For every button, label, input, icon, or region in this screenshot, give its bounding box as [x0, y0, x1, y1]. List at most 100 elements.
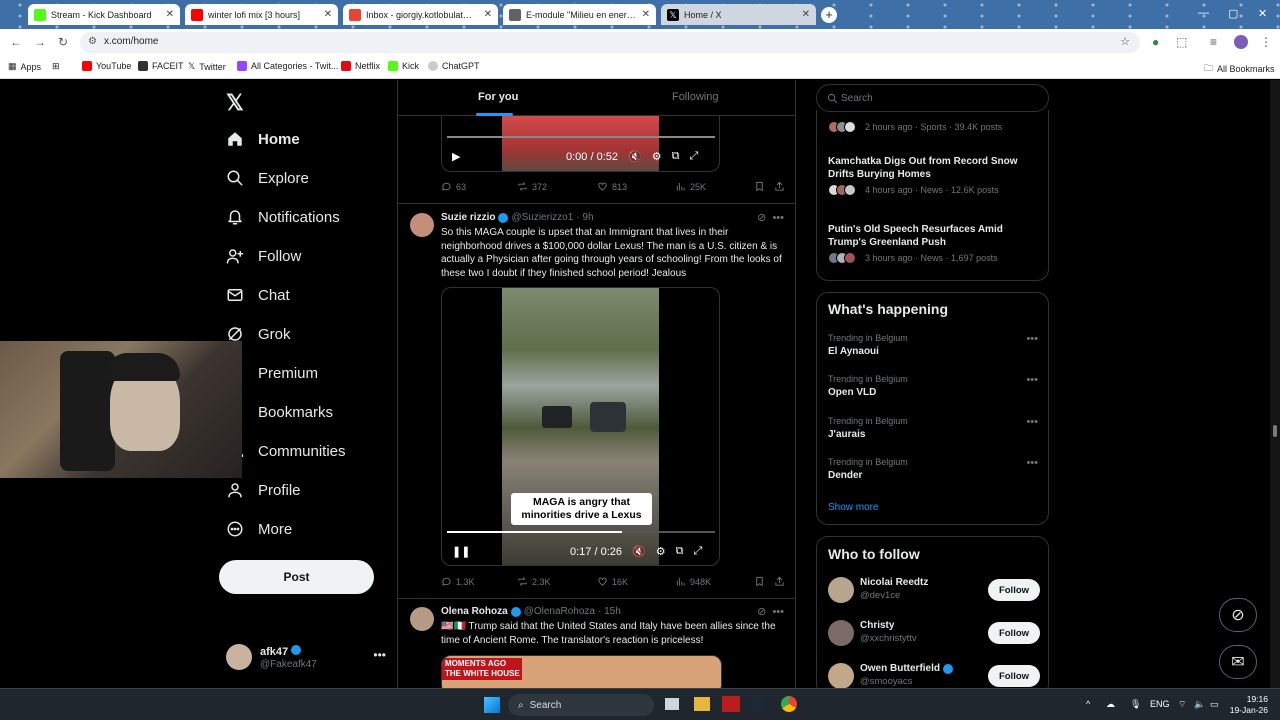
browser-tab-emodule[interactable]: E-module "Milieu en energie in ✕	[503, 4, 656, 25]
chrome-icon[interactable]	[781, 696, 797, 712]
reload-icon[interactable]: ↻	[58, 35, 68, 49]
reply-button[interactable]: 63	[441, 181, 466, 192]
new-tab-button[interactable]: +	[821, 7, 837, 23]
bookmark-netflix[interactable]: Netflix	[341, 61, 380, 71]
share-button[interactable]	[774, 576, 785, 587]
news-item[interactable]: Kamchatka Digs Out from Record Snow Drif…	[828, 155, 1038, 196]
more-dots-icon[interactable]: •••	[1026, 374, 1038, 386]
fullscreen-icon[interactable]: ⤢	[689, 150, 698, 163]
steam-icon[interactable]	[750, 696, 766, 712]
microphone-icon[interactable]: 🎙	[1130, 699, 1141, 710]
browser-tab-gmail[interactable]: Inbox - giorgiy.kotlobulat@vdab ✕	[343, 4, 498, 25]
profile-avatar-icon[interactable]	[1234, 35, 1248, 49]
author-handle[interactable]: @Suzierizzo1	[511, 212, 573, 223]
more-dots-icon[interactable]: •••	[1026, 457, 1038, 469]
bookmark-youtube[interactable]: YouTube	[82, 61, 131, 71]
trend-item[interactable]: Trending in Belgium El Aynaoui •••	[828, 333, 1038, 357]
app-icon[interactable]	[722, 696, 740, 712]
video-player[interactable]: ▶ 0:00 / 0:52 🔇 ⚙ ⧉ ⤢	[441, 116, 720, 172]
settings-gear-icon[interactable]: ⚙	[656, 545, 666, 558]
grok-icon[interactable]: ⊘	[757, 606, 766, 618]
views-button[interactable]: 948K	[675, 576, 711, 587]
nav-more[interactable]: More	[226, 520, 292, 538]
file-explorer-icon[interactable]	[694, 697, 710, 711]
nav-profile[interactable]: Profile	[226, 481, 301, 499]
more-dots-icon[interactable]: •••	[772, 212, 784, 224]
show-more-link[interactable]: Show more	[828, 502, 879, 513]
media-icon[interactable]: ≡	[1210, 35, 1217, 49]
task-view-icon[interactable]	[665, 698, 679, 710]
repost-button[interactable]: 2.3K	[517, 576, 551, 587]
search-input[interactable]: Search	[816, 84, 1049, 112]
site-info-icon[interactable]: ⚙	[88, 36, 97, 47]
nav-bookmarks[interactable]: Bookmarks	[226, 403, 333, 421]
grok-icon[interactable]: ⊘	[757, 212, 766, 224]
browser-tab-kick[interactable]: Stream - Kick Dashboard ✕	[28, 4, 180, 25]
volume-icon[interactable]: 🔈	[1194, 699, 1205, 710]
minimize-icon[interactable]: —	[1198, 7, 1209, 19]
bookmark-star-icon[interactable]: ☆	[1120, 35, 1130, 48]
tab-for-you[interactable]: For you	[478, 91, 518, 103]
windows-start-icon[interactable]	[484, 697, 500, 713]
more-dots-icon[interactable]: •••	[772, 606, 784, 618]
pip-icon[interactable]: ⧉	[676, 545, 684, 558]
more-dots-icon[interactable]: •••	[1026, 416, 1038, 428]
trend-item[interactable]: Trending in Belgium Open VLD •••	[828, 374, 1038, 398]
account-switcher[interactable]: afk47 @Fakeafk47 •••	[226, 640, 396, 680]
tray-chevron-icon[interactable]: ^	[1086, 699, 1090, 709]
address-bar[interactable]: ⚙ x.com/home ☆	[80, 32, 1140, 53]
trend-item[interactable]: Trending in Belgium Dender •••	[828, 457, 1038, 481]
follow-suggestion[interactable]: Christy @xxchristyttv Follow	[828, 616, 1040, 650]
close-tab-icon[interactable]: ✕	[802, 9, 810, 20]
maximize-icon[interactable]: ▢	[1228, 7, 1238, 20]
author-name[interactable]: Olena Rohoza	[441, 606, 508, 617]
volume-muted-icon[interactable]: 🔇	[628, 150, 642, 163]
browser-tab-youtube[interactable]: winter lofi mix [3 hours] ✕	[185, 4, 338, 25]
system-clock[interactable]: 19:16 19-Jan-26	[1230, 694, 1268, 716]
close-tab-icon[interactable]: ✕	[642, 9, 650, 20]
close-tab-icon[interactable]: ✕	[166, 9, 174, 20]
avatar[interactable]	[410, 213, 434, 237]
forward-icon[interactable]: →	[34, 35, 46, 49]
bookmark-chatgpt[interactable]: ChatGPT	[428, 61, 480, 71]
like-button[interactable]: 16K	[597, 576, 628, 587]
close-window-icon[interactable]: ✕	[1258, 7, 1267, 20]
grok-fab-button[interactable]: ⊘	[1219, 598, 1257, 632]
settings-gear-icon[interactable]: ⚙	[652, 150, 662, 163]
author-handle[interactable]: @OlenaRohoza	[524, 606, 595, 617]
tweet[interactable]: Olena Rohoza @OlenaRohoza · 15h ⊘ ••• 🇺🇸…	[398, 598, 795, 688]
nav-follow[interactable]: Follow	[226, 247, 301, 265]
tweet[interactable]: Suzie rizzio @Suzierizzo1 · 9h ⊘ ••• So …	[398, 203, 795, 598]
taskbar-search[interactable]: ⌕ Search	[508, 694, 654, 716]
pause-icon[interactable]: ❚❚	[452, 545, 470, 558]
video-progress-bar[interactable]	[447, 531, 715, 533]
extensions-puzzle-icon[interactable]: ⬚	[1176, 35, 1187, 49]
bookmark-button[interactable]	[754, 576, 765, 587]
more-dots-icon[interactable]: •••	[1026, 333, 1038, 345]
share-button[interactable]	[774, 181, 785, 192]
back-icon[interactable]: ←	[10, 35, 22, 49]
extension-icon[interactable]: ●	[1152, 35, 1159, 49]
like-button[interactable]: 813	[597, 181, 627, 192]
x-logo-icon[interactable]: 𝕏	[226, 90, 244, 116]
avatar[interactable]	[410, 607, 434, 631]
reply-button[interactable]: 1.3K	[441, 576, 475, 587]
pip-icon[interactable]: ⧉	[672, 150, 680, 163]
bookmark-kick[interactable]: Kick	[388, 61, 419, 71]
bookmark-twitch[interactable]: All Categories - Twit...	[237, 61, 338, 71]
follow-suggestion[interactable]: Nicolai Reedtz @dev1ce Follow	[828, 573, 1040, 607]
page-scrollbar[interactable]	[1270, 80, 1280, 688]
nav-communities[interactable]: Communities	[226, 442, 346, 460]
follow-button[interactable]: Follow	[988, 622, 1040, 644]
media-preview[interactable]: MOMENTS AGO THE WHITE HOUSE	[441, 655, 722, 688]
post-time[interactable]: · 15h	[598, 606, 621, 617]
video-player[interactable]: MAGA is angry that minorities drive a Le…	[441, 287, 720, 566]
video-progress-bar[interactable]	[447, 136, 715, 138]
views-button[interactable]: 25K	[675, 181, 706, 192]
nav-notifications[interactable]: Notifications	[226, 208, 340, 226]
battery-icon[interactable]: ▭	[1210, 699, 1219, 710]
menu-kebab-icon[interactable]: ⋮	[1260, 35, 1272, 49]
all-bookmarks[interactable]: 🗀 All Bookmarks	[1204, 61, 1275, 77]
volume-muted-icon[interactable]: 🔇	[632, 545, 646, 558]
post-time[interactable]: · 9h	[576, 212, 593, 223]
